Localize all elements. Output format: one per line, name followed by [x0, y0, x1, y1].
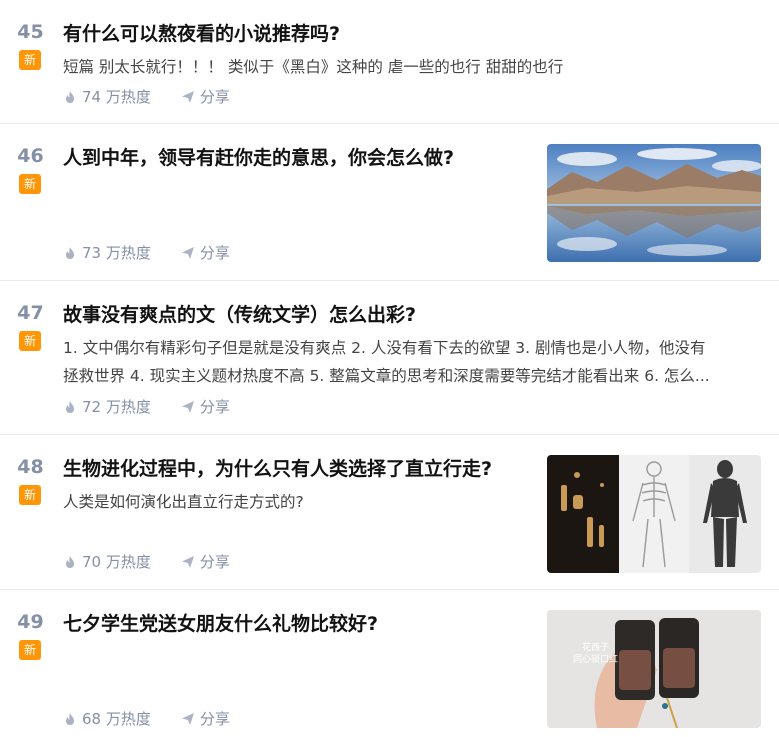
heat-indicator: 70 万热度 — [63, 551, 151, 572]
thumbnail-image[interactable]: 花西子 同心锁口红 — [547, 610, 761, 728]
share-label: 分享 — [199, 88, 230, 106]
question-title[interactable]: 故事没有爽点的文（传统文学）怎么出彩? — [63, 302, 416, 328]
item-meta: 72 万热度 分享 — [63, 396, 230, 417]
excerpt-line: 1. 文中偶尔有精彩句子但是就是没有爽点 2. 人没有看下去的欲望 3. 剧情也… — [63, 339, 706, 357]
flame-icon — [66, 400, 74, 413]
heat-text: 70 万热度 — [82, 553, 151, 571]
item-meta: 70 万热度 分享 — [63, 551, 230, 572]
share-button[interactable]: 分享 — [181, 708, 230, 729]
rank-number: 45 — [17, 21, 44, 43]
list-item[interactable]: 46 新 人到中年，领导有赶你走的意思，你会怎么做? 73 万热度 分享 — [0, 124, 779, 281]
heat-indicator: 73 万热度 — [63, 242, 151, 263]
flame-icon — [66, 555, 74, 568]
new-badge: 新 — [19, 50, 41, 70]
item-meta: 68 万热度 分享 — [63, 708, 230, 729]
question-excerpt: 1. 文中偶尔有精彩句子但是就是没有爽点 2. 人没有看下去的欲望 3. 剧情也… — [63, 334, 763, 390]
flame-icon — [66, 90, 74, 103]
share-button[interactable]: 分享 — [181, 551, 230, 572]
question-excerpt: 人类是如何演化出直立行走方式的? — [63, 493, 304, 511]
list-item[interactable]: 47 新 故事没有爽点的文（传统文学）怎么出彩? 1. 文中偶尔有精彩句子但是就… — [0, 281, 779, 435]
question-excerpt: 短篇 别太长就行！！！ 类似于《黑白》这种的 虐一些的也行 甜甜的也行 — [63, 58, 564, 76]
rank-number: 49 — [17, 611, 44, 633]
flame-icon — [66, 712, 74, 725]
heat-text: 68 万热度 — [82, 710, 151, 728]
item-meta: 74 万热度 分享 — [63, 86, 230, 107]
thumbnail-image[interactable] — [547, 455, 761, 573]
new-badge: 新 — [19, 485, 41, 505]
thumbnail-image[interactable] — [547, 144, 761, 262]
paper-plane-icon — [181, 712, 194, 725]
heat-text: 72 万热度 — [82, 398, 151, 416]
list-item[interactable]: 48 新 生物进化过程中，为什么只有人类选择了直立行走? 人类是如何演化出直立行… — [0, 435, 779, 590]
lipstick-gift-image — [547, 610, 761, 728]
excerpt-line: 拯救世界 4. 现实主义题材热度不高 5. 整篇文章的思考和深度需要等完结才能看… — [63, 367, 710, 385]
thumb-caption-line: 花西子 — [582, 643, 610, 653]
heat-indicator: 68 万热度 — [63, 708, 151, 729]
item-meta: 73 万热度 分享 — [63, 242, 230, 263]
question-title[interactable]: 有什么可以熬夜看的小说推荐吗? — [63, 21, 340, 47]
heat-text: 73 万热度 — [82, 244, 151, 262]
list-item[interactable]: 45 新 有什么可以熬夜看的小说推荐吗? 短篇 别太长就行！！！ 类似于《黑白》… — [0, 0, 779, 124]
skeleton-evolution-image — [547, 455, 761, 573]
share-button[interactable]: 分享 — [181, 396, 230, 417]
question-title[interactable]: 人到中年，领导有赶你走的意思，你会怎么做? — [63, 145, 454, 171]
paper-plane-icon — [181, 555, 194, 568]
paper-plane-icon — [181, 400, 194, 413]
rank-number: 46 — [17, 145, 44, 167]
heat-text: 74 万热度 — [82, 88, 151, 106]
share-button[interactable]: 分享 — [181, 242, 230, 263]
mountain-lake-image — [547, 144, 761, 262]
share-button[interactable]: 分享 — [181, 86, 230, 107]
hot-list: 45 新 有什么可以熬夜看的小说推荐吗? 短篇 别太长就行！！！ 类似于《黑白》… — [0, 0, 779, 737]
rank-number: 48 — [17, 456, 44, 478]
paper-plane-icon — [181, 246, 194, 259]
share-label: 分享 — [199, 553, 230, 571]
new-badge: 新 — [19, 640, 41, 660]
paper-plane-icon — [181, 90, 194, 103]
rank-number: 47 — [17, 302, 44, 324]
share-label: 分享 — [199, 398, 230, 416]
share-label: 分享 — [199, 710, 230, 728]
thumb-caption: 花西子 同心锁口红 — [573, 642, 618, 666]
new-badge: 新 — [19, 331, 41, 351]
new-badge: 新 — [19, 174, 41, 194]
question-title[interactable]: 生物进化过程中，为什么只有人类选择了直立行走? — [63, 456, 492, 482]
share-label: 分享 — [199, 244, 230, 262]
heat-indicator: 72 万热度 — [63, 396, 151, 417]
list-item[interactable]: 49 新 七夕学生党送女朋友什么礼物比较好? 68 万热度 分享 花西子 同心锁… — [0, 590, 779, 737]
flame-icon — [66, 246, 74, 259]
question-title[interactable]: 七夕学生党送女朋友什么礼物比较好? — [63, 611, 378, 637]
heat-indicator: 74 万热度 — [63, 86, 151, 107]
thumb-caption-line: 同心锁口红 — [573, 655, 619, 665]
